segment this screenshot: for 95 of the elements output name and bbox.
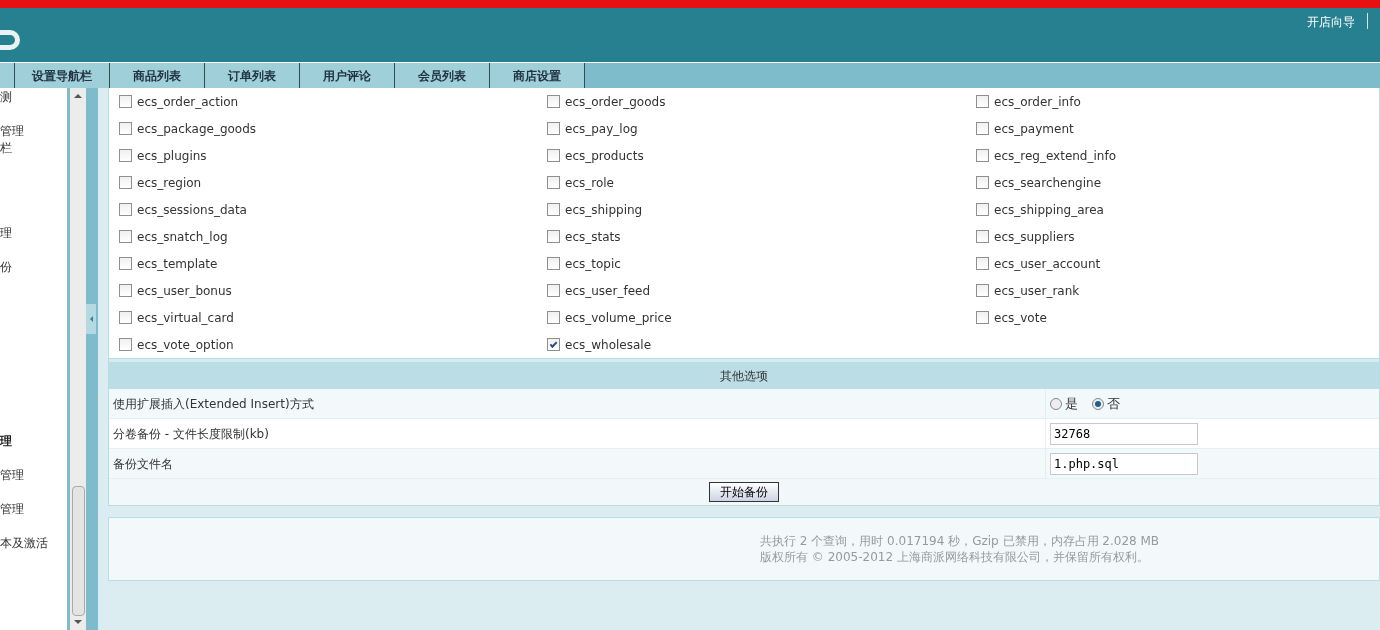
table-name: ecs_order_info [994,93,1081,111]
header-link[interactable]: 开店向导 [1307,13,1355,31]
checkbox[interactable] [119,311,132,324]
table-name: ecs_user_account [994,255,1101,273]
checkbox[interactable] [119,176,132,189]
checkbox[interactable] [119,122,132,135]
table-name: ecs_stats [565,228,621,246]
table-name: ecs_searchengine [994,174,1102,192]
table-name: ecs_package_goods [137,120,257,138]
scrollbar[interactable] [70,88,86,630]
table-name: ecs_wholesale [565,336,652,354]
table-name: ecs_payment [994,120,1074,138]
checkbox[interactable] [119,230,132,243]
table-name: ecs_topic [565,255,621,273]
sidebar-item[interactable]: 测 [0,89,12,105]
checkbox[interactable] [547,95,560,108]
radio-button[interactable] [1092,397,1104,410]
collapse-icon [89,316,93,322]
nav-tab[interactable]: 用户评论 [300,63,395,88]
checkbox[interactable] [119,284,132,297]
radio-label: 是 [1065,394,1078,413]
scroll-down-icon[interactable] [74,620,82,624]
checkbox[interactable] [119,95,132,108]
checkbox[interactable] [547,284,560,297]
section-header: 其他选项 [109,359,1379,389]
nav-tab[interactable] [0,63,15,88]
option-label: 备份文件名 [113,455,173,473]
checkbox[interactable] [976,203,989,216]
nav-tab[interactable]: 会员列表 [395,63,490,88]
checkbox[interactable] [119,257,132,270]
table-name: ecs_pay_log [565,120,638,138]
checkbox[interactable] [547,338,560,351]
text-field[interactable]: 1.php.sql [1050,452,1198,475]
table-name: ecs_shipping_area [994,201,1104,219]
footer-text: 版权所有 © 2005-2012 上海商派网络科技有限公司，并保留所有权利。 [760,549,1150,565]
start-backup-button[interactable]: 开始备份 [709,482,779,502]
checkbox[interactable] [547,149,560,162]
checkbox[interactable] [976,176,989,189]
table-name: ecs_user_bonus [137,282,232,300]
checkbox[interactable] [119,338,132,351]
checkbox[interactable] [976,284,989,297]
table-name: ecs_snatch_log [137,228,228,246]
table-name: ecs_order_goods [565,93,666,111]
nav-tab[interactable]: 订单列表 [205,63,300,88]
text-field[interactable]: 32768 [1050,422,1198,445]
table-name: ecs_products [565,147,644,165]
checkbox[interactable] [119,203,132,216]
table-name: ecs_order_action [137,93,239,111]
logo-mark [0,30,20,50]
table-name: ecs_vote [994,309,1047,327]
table-name: ecs_vote_option [137,336,234,354]
option-label: 使用扩展插入(Extended Insert)方式 [113,395,314,413]
table-name: ecs_virtual_card [137,309,234,327]
checkbox[interactable] [547,311,560,324]
table-name: ecs_plugins [137,147,207,165]
table-name: ecs_user_rank [994,282,1080,300]
sidebar-item[interactable]: 栏 [0,140,12,156]
nav-tab[interactable]: 商店设置 [490,63,585,88]
checkbox[interactable] [119,149,132,162]
radio-button[interactable] [1050,397,1062,410]
checkbox[interactable] [547,230,560,243]
sidebar-item[interactable]: 本及激活 [0,535,48,551]
checkbox[interactable] [976,311,989,324]
checkbox[interactable] [976,257,989,270]
sidebar-item[interactable]: 份 [0,259,12,275]
checkbox[interactable] [547,203,560,216]
table-name: ecs_sessions_data [137,201,247,219]
checkbox[interactable] [976,95,989,108]
nav-tab[interactable]: 设置导航栏 [15,63,110,88]
table-name: ecs_shipping [565,201,643,219]
radio-label: 否 [1107,394,1120,413]
checkbox[interactable] [976,122,989,135]
sidebar-item[interactable]: 理 [0,225,12,241]
sidebar-item[interactable]: 管理 [0,501,24,517]
table-name: ecs_region [137,174,202,192]
table-name: ecs_suppliers [994,228,1075,246]
table-name: ecs_user_feed [565,282,650,300]
footer-text: 共执行 2 个查询，用时 0.017194 秒，Gzip 已禁用，内存占用 2.028 MB [760,533,1161,549]
checkbox[interactable] [547,257,560,270]
table-name: ecs_template [137,255,218,273]
checkbox[interactable] [547,122,560,135]
sidebar-item[interactable]: 管理 [0,467,24,483]
nav-tab[interactable]: 商品列表 [110,63,205,88]
scroll-thumb[interactable] [71,486,85,616]
sidebar-item[interactable]: 管理 [0,123,24,139]
table-name: ecs_role [565,174,614,192]
sidebar-item[interactable]: 理 [0,433,12,449]
checkbox[interactable] [976,149,989,162]
table-name: ecs_volume_price [565,309,672,327]
checkbox[interactable] [547,176,560,189]
scroll-up-icon[interactable] [74,94,82,98]
option-label: 分卷备份 - 文件长度限制(kb) [113,425,269,443]
checkbox[interactable] [976,230,989,243]
collapse-handle[interactable] [86,304,96,334]
table-name: ecs_reg_extend_info [994,147,1116,165]
